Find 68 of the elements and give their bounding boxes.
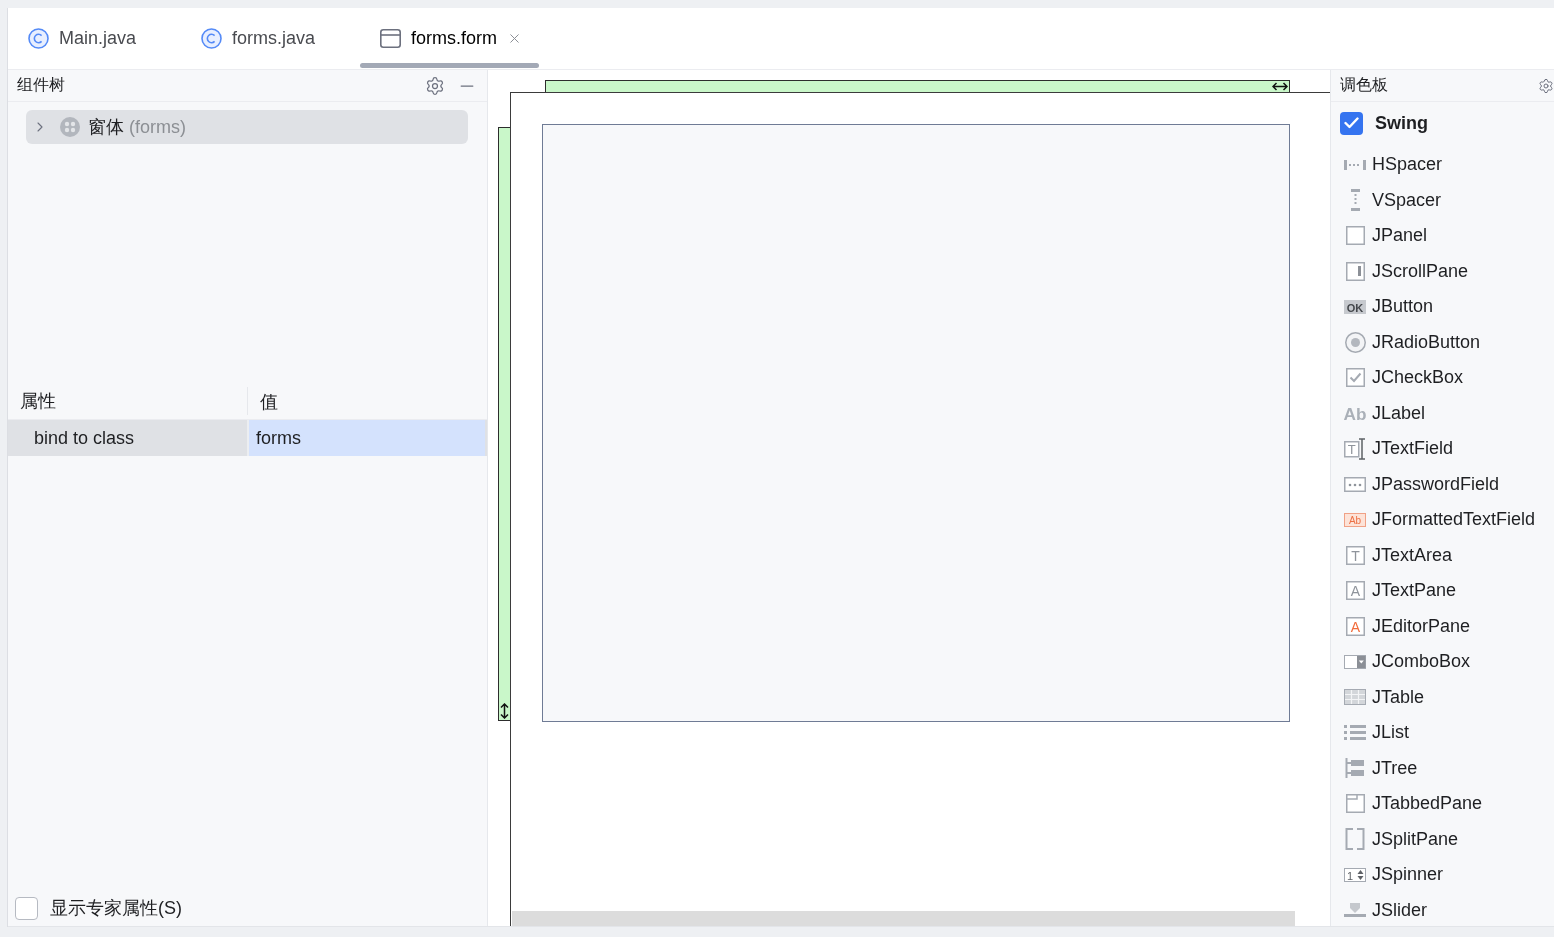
palette-item[interactable]: T JTextArea xyxy=(1331,537,1554,573)
password-dots-icon xyxy=(1344,476,1366,492)
double-arrow-icon xyxy=(500,703,509,719)
list-icon xyxy=(1344,725,1366,741)
square-scrollbar-icon xyxy=(1345,261,1365,281)
palette-item[interactable]: Ab JFormattedTextField xyxy=(1331,502,1554,538)
settings-icon[interactable] xyxy=(1538,77,1554,94)
class-c-icon xyxy=(201,28,223,49)
dropdown-icon xyxy=(1344,654,1366,669)
palette-item[interactable]: A JTextPane xyxy=(1331,573,1554,609)
split-pane-icon xyxy=(1345,828,1365,851)
dots-circle-icon xyxy=(60,117,80,137)
checkbox[interactable] xyxy=(1340,111,1363,135)
palette-item[interactable]: JComboBox xyxy=(1331,644,1554,680)
a-square-icon: A xyxy=(1345,616,1365,636)
window-icon xyxy=(380,29,402,48)
palette-item[interactable]: JList xyxy=(1331,715,1554,751)
panel-title: 组件树 xyxy=(17,75,65,95)
tree-item[interactable]: 窗体 (forms) xyxy=(26,110,468,144)
column-header: 属性 xyxy=(8,387,248,415)
check-icon xyxy=(1344,117,1359,129)
slider-icon xyxy=(1344,903,1366,918)
palette-item[interactable]: JSplitPane xyxy=(1331,821,1554,857)
panel-title: 调色板 xyxy=(1340,75,1388,95)
palette-item[interactable]: 1 JSpinner xyxy=(1331,857,1554,893)
palette-item[interactable]: JRadioButton xyxy=(1331,324,1554,360)
table-cell-text: bind to class xyxy=(33,426,136,450)
palette-item[interactable]: VSpacer xyxy=(1331,182,1554,218)
t-square-icon: T xyxy=(1345,545,1365,565)
palette-item[interactable]: JPasswordField xyxy=(1331,466,1554,502)
palette-item[interactable]: HSpacer xyxy=(1331,147,1554,183)
settings-icon[interactable] xyxy=(425,75,445,96)
ok-button-icon: OK xyxy=(1344,299,1366,314)
table-icon xyxy=(1344,689,1366,706)
square-icon xyxy=(1345,226,1365,246)
double-arrow-icon xyxy=(1272,82,1288,91)
checkbox[interactable] xyxy=(15,896,38,920)
editor-tab[interactable]: forms.java xyxy=(181,8,361,69)
radio-icon xyxy=(1344,331,1366,353)
horizontal-dots-icon xyxy=(1344,159,1366,170)
spinner-icon: 1 xyxy=(1344,867,1366,882)
palette-item[interactable]: JTabbedPane xyxy=(1331,786,1554,822)
palette-item[interactable]: Ab JLabel xyxy=(1331,395,1554,431)
group-header[interactable]: Swing xyxy=(1331,106,1554,140)
ab-letters-icon: Ab xyxy=(1344,405,1366,421)
checkbox-icon xyxy=(1345,368,1365,388)
palette-item[interactable]: JTable xyxy=(1331,679,1554,715)
checkbox-label: 显示专家属性(S) xyxy=(50,897,182,920)
palette-item[interactable]: JCheckBox xyxy=(1331,360,1554,396)
class-c-icon xyxy=(28,28,49,49)
palette-item[interactable]: A JEditorPane xyxy=(1331,608,1554,644)
editor-tab[interactable]: Main.java xyxy=(8,8,182,69)
tab-icon xyxy=(1345,794,1365,814)
tree-icon xyxy=(1345,758,1365,779)
column-header: 值 xyxy=(259,391,279,414)
palette-item[interactable]: JScrollPane xyxy=(1331,253,1554,289)
table-cell: forms xyxy=(247,420,485,456)
palette-item[interactable]: JPanel xyxy=(1331,218,1554,254)
table-row[interactable]: bind to class forms xyxy=(8,420,487,456)
a-square-icon: A xyxy=(1345,581,1365,601)
palette-item[interactable]: OK JButton xyxy=(1331,289,1554,325)
palette-item[interactable]: T JTextField xyxy=(1331,431,1554,467)
vertical-dots-icon xyxy=(1350,189,1360,212)
palette-item[interactable]: JTree xyxy=(1331,750,1554,786)
palette-item[interactable]: JSlider xyxy=(1331,892,1554,926)
editor-tab[interactable]: forms.form xyxy=(360,8,540,69)
scrollbar[interactable] xyxy=(512,911,1295,926)
ab-field-icon: Ab xyxy=(1344,512,1366,527)
